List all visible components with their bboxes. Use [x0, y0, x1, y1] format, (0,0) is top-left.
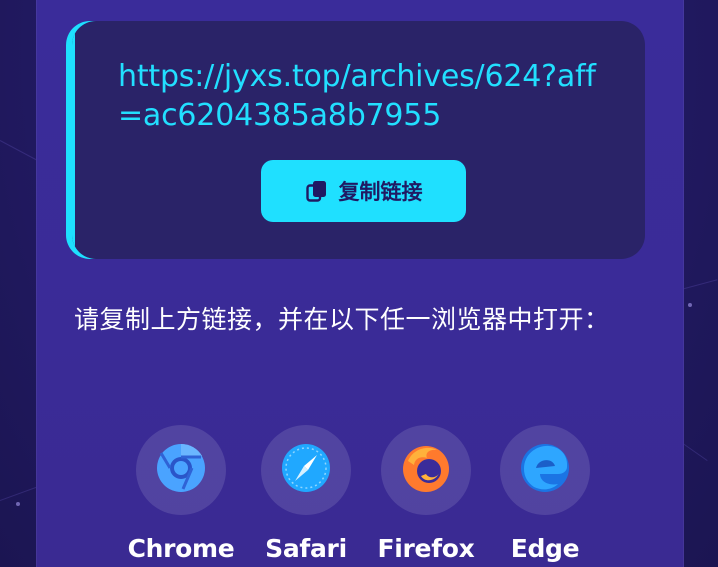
browser-icon-container — [261, 425, 351, 515]
edge-icon — [518, 441, 572, 499]
browser-icon-container — [381, 425, 471, 515]
browser-name: Chrome — [127, 534, 235, 563]
browser-name: Firefox — [377, 534, 475, 563]
browser-option-chrome[interactable]: Chrome — [116, 425, 246, 563]
copy-link-button[interactable]: 复制链接 — [261, 160, 466, 222]
browser-name: Safari — [265, 534, 347, 563]
chrome-icon — [154, 441, 208, 499]
browser-option-safari[interactable]: Safari — [241, 425, 371, 563]
browser-icon-container — [136, 425, 226, 515]
copy-icon — [305, 179, 329, 203]
browser-option-firefox[interactable]: Firefox — [361, 425, 491, 563]
background-dot — [16, 502, 20, 506]
instruction-text: 请复制上方链接，并在以下任一浏览器中打开： — [74, 305, 610, 334]
link-card: https://jyxs.top/archives/624?aff=ac6204… — [72, 21, 645, 259]
browser-icon-container — [500, 425, 590, 515]
background-dot — [688, 303, 692, 307]
link-url[interactable]: https://jyxs.top/archives/624?aff=ac6204… — [118, 57, 618, 135]
safari-icon — [279, 441, 333, 499]
copy-link-label: 复制链接 — [338, 180, 423, 204]
browser-option-edge[interactable]: Edge — [480, 425, 610, 563]
firefox-icon — [399, 441, 453, 499]
browser-name: Edge — [510, 534, 580, 563]
